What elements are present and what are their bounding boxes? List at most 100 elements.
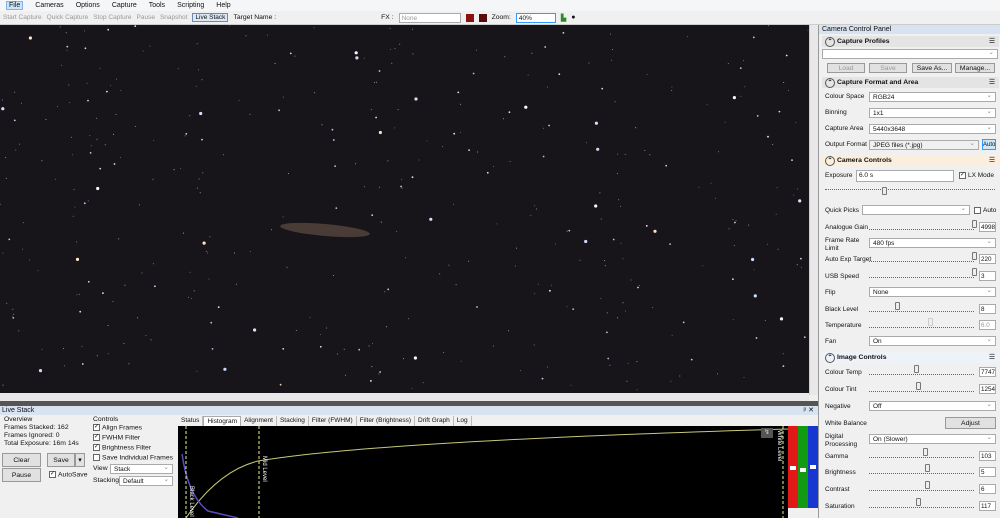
quick-picks-select[interactable] (862, 204, 970, 215)
reset-icon[interactable]: ↯ (761, 428, 773, 438)
menu-cameras[interactable]: Cameras (35, 2, 63, 9)
profile-select[interactable] (822, 48, 998, 59)
analogue-gain-value[interactable]: 4998 (979, 222, 996, 232)
tab-filter-fwhm[interactable]: Filter (FWHM) (308, 416, 357, 426)
black-level-value[interactable]: 8 (979, 304, 996, 314)
menu-icon[interactable]: ☰ (989, 352, 995, 363)
save-as-button[interactable]: Save As... (912, 63, 952, 73)
tab-status[interactable]: Status (178, 416, 204, 426)
tab-alignment[interactable]: Alignment (241, 416, 277, 426)
quick-capture-button[interactable]: Quick Capture (47, 14, 89, 21)
image-controls-header[interactable]: Image Controls ☰ (822, 352, 999, 363)
pause-button[interactable]: Pause (137, 14, 155, 21)
manage-button[interactable]: Manage... (955, 63, 995, 73)
histogram-view[interactable]: Black Level Mid Level White Level ↯ (178, 426, 788, 518)
image-preview[interactable] (0, 25, 809, 393)
gamma-value[interactable]: 103 (979, 451, 996, 461)
output-auto-button[interactable]: Auto (982, 139, 996, 150)
star (1, 107, 5, 111)
capture-format-header[interactable]: Capture Format and Area ☰ (822, 77, 999, 88)
analogue-gain-slider[interactable] (869, 220, 977, 230)
auto-exp-slider[interactable] (869, 252, 977, 262)
red-overlay-icon[interactable] (465, 13, 474, 22)
star (2, 384, 4, 386)
tab-stacking[interactable]: Stacking (276, 416, 309, 426)
capture-area-select[interactable]: 5440x3648 (869, 123, 996, 134)
tab-log[interactable]: Log (453, 416, 472, 426)
save-button[interactable]: Save (47, 453, 75, 467)
clear-button[interactable]: Clear (2, 453, 41, 467)
menu-icon[interactable]: ☰ (989, 77, 995, 88)
menu-options[interactable]: Options (76, 2, 100, 9)
tab-histogram[interactable]: Histogram (203, 416, 242, 426)
menu-icon[interactable]: ☰ (989, 36, 995, 47)
tab-drift-graph[interactable]: Drift Graph (415, 416, 454, 426)
camera-controls-header[interactable]: Camera Controls ☰ (822, 155, 999, 166)
exposure-slider[interactable] (825, 185, 995, 195)
menu-tools[interactable]: Tools (149, 2, 165, 9)
load-button[interactable]: Load (827, 63, 865, 73)
histogram-icon[interactable]: ▙ (561, 14, 566, 22)
contrast-value[interactable]: 6 (979, 484, 996, 494)
horizontal-scrollbar[interactable] (0, 393, 809, 401)
colour-temp-value[interactable]: 7747 (979, 367, 996, 377)
menu-file[interactable]: File (6, 1, 24, 10)
colour-space-select[interactable]: RGB24 (869, 91, 996, 102)
adjust-button[interactable]: Adjust (945, 417, 996, 429)
brightness-slider[interactable] (869, 464, 974, 474)
usb-speed-value[interactable]: 3 (979, 271, 996, 281)
stop-capture-button[interactable]: Stop Capture (93, 14, 131, 21)
align-frames-checkbox[interactable]: ✓ Align Frames (93, 424, 142, 431)
fx-select[interactable]: None (398, 12, 461, 23)
flip-select[interactable]: None (869, 286, 996, 297)
fwhm-filter-checkbox[interactable]: ✓ FWHM Filter (93, 434, 140, 441)
usb-speed-slider[interactable] (869, 268, 977, 278)
menu-scripting[interactable]: Scripting (177, 2, 204, 9)
colour-tint-value[interactable]: 1254 (979, 384, 996, 394)
view-select[interactable]: Stack (110, 463, 173, 474)
binning-select[interactable]: 1x1 (869, 107, 996, 118)
colour-tint-slider[interactable] (869, 382, 974, 392)
contrast-slider[interactable] (869, 481, 974, 491)
pause-button[interactable]: Pause (2, 468, 41, 482)
star (777, 248, 779, 250)
colour-temp-slider[interactable] (869, 365, 974, 375)
tab-filter-brightness[interactable]: Filter (Brightness) (356, 416, 415, 426)
profile-save-button[interactable]: Save (869, 63, 907, 73)
saturation-slider[interactable] (869, 498, 974, 508)
snapshot-button[interactable]: Snapshot (160, 14, 187, 21)
zoom-select[interactable]: 40% (515, 12, 556, 23)
close-icon[interactable]: ᵖ ✕ (804, 406, 814, 415)
autosave-checkbox[interactable]: ✓ AutoSave (49, 471, 87, 478)
star (250, 251, 252, 252)
negative-select[interactable]: Off (869, 400, 996, 411)
save-dropdown-button[interactable]: ▾ (75, 453, 85, 467)
auto-exp-value[interactable]: 220 (979, 254, 996, 264)
zoom-icon[interactable]: ● (571, 14, 575, 21)
save-individual-checkbox[interactable]: Save Individual Frames (93, 454, 173, 461)
vertical-scrollbar[interactable] (809, 25, 818, 395)
gamma-slider[interactable] (869, 448, 974, 458)
crosshair-icon[interactable] (478, 13, 487, 22)
menu-icon[interactable]: ☰ (989, 155, 995, 166)
menu-help[interactable]: Help (216, 2, 230, 9)
fan-select[interactable]: On (869, 335, 996, 346)
star (622, 258, 624, 260)
output-format-select[interactable]: JPEG files (*.jpg) (869, 139, 979, 150)
exposure-input[interactable]: 6.0 s (856, 170, 954, 182)
color-balance-sliders[interactable] (788, 426, 818, 508)
start-capture-button[interactable]: Start Capture (3, 14, 42, 21)
brightness-value[interactable]: 5 (979, 467, 996, 477)
digital-processing-select[interactable]: On (Slower) (869, 433, 996, 444)
frame-rate-select[interactable]: 480 fps (869, 237, 996, 248)
saturation-value[interactable]: 117 (979, 501, 996, 511)
capture-profiles-header[interactable]: Capture Profiles ☰ (822, 36, 999, 47)
black-level-slider[interactable] (869, 302, 974, 312)
menu-capture[interactable]: Capture (112, 2, 137, 9)
live-stack-button[interactable]: Live Stack (192, 13, 229, 22)
quick-auto-checkbox[interactable]: Auto (974, 207, 996, 215)
brightness-filter-checkbox[interactable]: ✓ Brightness Filter (93, 444, 151, 451)
star (5, 177, 7, 179)
lx-mode-checkbox[interactable]: ✓ LX Mode (959, 172, 994, 180)
stacking-select[interactable]: Default (119, 475, 173, 486)
